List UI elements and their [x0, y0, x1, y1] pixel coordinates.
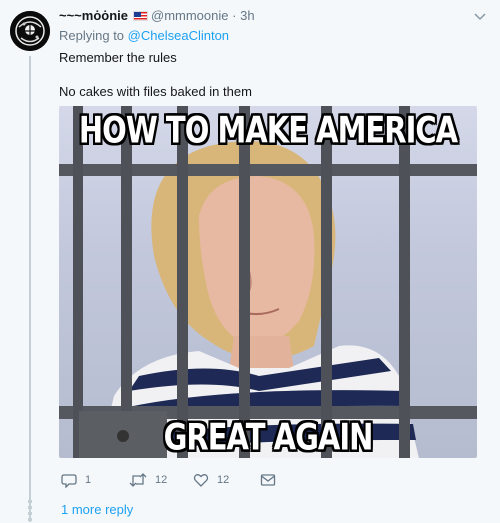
tweet[interactable]: ~~~mȯȯnie @mmmoonie · 3h Replying to @Che… [0, 0, 500, 522]
chevron-down-icon[interactable] [474, 10, 486, 24]
replying-to-link[interactable]: @ChelseaClinton [128, 28, 229, 43]
dm-icon [260, 474, 276, 486]
replying-prefix: Replying to [59, 28, 125, 43]
avatar[interactable] [10, 11, 50, 51]
dm-button[interactable] [260, 470, 276, 490]
like-icon [193, 474, 209, 487]
reply-count: 1 [85, 474, 92, 486]
thread-line [29, 56, 31, 522]
retweet-button[interactable]: 12 [129, 470, 167, 490]
handle[interactable]: @mmmoonie [151, 8, 229, 23]
thread-dots [28, 500, 32, 522]
like-button[interactable]: 12 [193, 470, 229, 490]
display-name[interactable]: ~~~mȯȯnie [59, 8, 128, 23]
tweet-text-line2: No cakes with files baked in them [59, 84, 252, 99]
like-count: 12 [217, 474, 230, 486]
tweet-actions: 1 12 12 [59, 470, 459, 490]
meme-image[interactable]: HOW TO MAKE AMERICA GREAT AGAIN [59, 106, 477, 458]
retweet-count: 12 [155, 474, 168, 486]
reply-icon [61, 474, 77, 488]
meme-top-caption: HOW TO MAKE AMERICA [78, 108, 458, 152]
separator: · [232, 8, 237, 23]
tweet-header: ~~~mȯȯnie @mmmoonie · 3h [59, 8, 255, 23]
more-replies-link[interactable]: 1 more reply [61, 502, 133, 517]
avatar-image [10, 11, 50, 51]
meme-bottom-caption: GREAT AGAIN [163, 415, 374, 458]
us-flag-icon [133, 11, 148, 21]
timestamp[interactable]: 3h [240, 8, 254, 23]
tweet-text-line1: Remember the rules [59, 50, 177, 65]
reply-button[interactable]: 1 [61, 470, 91, 490]
meme-illustration [59, 106, 477, 458]
retweet-icon [129, 473, 147, 487]
replying-to: Replying to @ChelseaClinton [59, 28, 229, 43]
